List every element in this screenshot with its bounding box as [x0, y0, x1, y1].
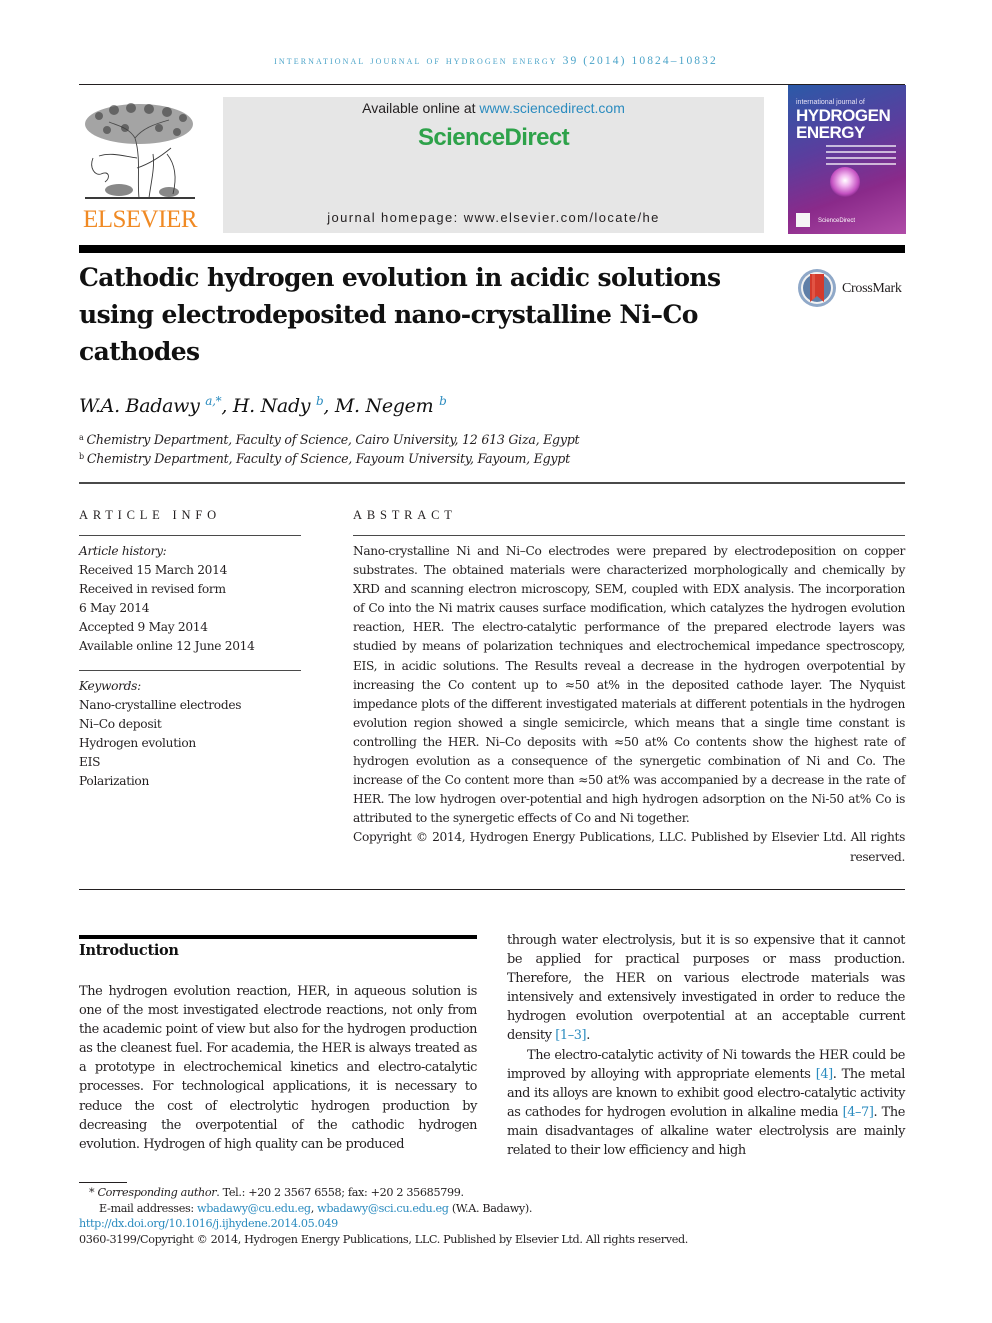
available-online-text: Available online at [362, 100, 480, 116]
author-list: W.A. Badawy a,*, H. Nady b, M. Negem b [79, 394, 447, 417]
cover-top-line: international journal of [796, 99, 865, 106]
section-rule [79, 935, 477, 939]
history-item: Received 15 March 2014 [79, 563, 228, 578]
keywords: Keywords: Nano-crystalline electrodes Ni… [79, 677, 301, 792]
sciencedirect-banner: Available online at www.sciencedirect.co… [223, 97, 764, 233]
keyword-item: EIS [79, 755, 101, 770]
history-item: Accepted 9 May 2014 [79, 620, 208, 635]
sciencedirect-logo[interactable]: ScienceDirect [223, 124, 764, 152]
affiliation-text: Chemistry Department, Faculty of Science… [86, 451, 570, 466]
intro-paragraph: The electro-catalytic activity of Ni tow… [507, 1046, 905, 1161]
keyword-item: Polarization [79, 774, 150, 789]
keyword-item: Nano-crystalline electrodes [79, 698, 242, 713]
footnote-rule [79, 1182, 127, 1183]
corresponding-author-footnote: * Corresponding author. Tel.: +20 2 3567… [79, 1186, 464, 1199]
history-item: Available online 12 June 2014 [79, 639, 255, 654]
author-name[interactable]: H. Nady [233, 395, 311, 417]
crossmark-icon [798, 269, 836, 307]
cover-editor-lines [826, 145, 896, 169]
divider [353, 535, 905, 536]
affiliation: b Chemistry Department, Faculty of Scienc… [79, 451, 570, 466]
email-link[interactable]: wbadawy@cu.edu.eg [197, 1202, 311, 1215]
contact-numbers: . Tel.: +20 2 3567 6558; fax: +20 2 3568… [216, 1186, 464, 1199]
affiliation: a Chemistry Department, Faculty of Scienc… [79, 432, 580, 447]
elsevier-tree-icon [85, 103, 195, 199]
keyword-item: Hydrogen evolution [79, 736, 196, 751]
cover-publisher-badge [796, 213, 810, 227]
article-history-label: Article history: [79, 544, 167, 558]
email-footnote: E-mail addresses: wbadawy@cu.edu.eg, wba… [79, 1202, 532, 1215]
elsevier-logo[interactable]: ELSEVIER [79, 98, 201, 236]
article-history: Article history: Received 15 March 2014 … [79, 542, 301, 657]
abstract-copyright: Copyright © 2014, Hydrogen Energy Public… [353, 830, 905, 864]
doi-link[interactable]: http://dx.doi.org/10.1016/j.ijhydene.201… [79, 1217, 338, 1230]
history-item: Received in revised form [79, 582, 226, 597]
email-owner: (W.A. Badawy). [448, 1202, 533, 1215]
running-header: International Journal of Hydrogen Energy… [274, 55, 718, 67]
author-affiliation-mark[interactable]: b [439, 394, 447, 408]
journal-homepage-line: journal homepage: www.elsevier.com/locat… [223, 210, 764, 225]
divider [79, 482, 905, 484]
cover-title-line1: HYDROGEN [796, 106, 891, 125]
author-separator: , [221, 395, 233, 417]
body-column-left: The hydrogen evolution reaction, HER, in… [79, 982, 477, 1154]
affiliation-text: Chemistry Department, Faculty of Science… [86, 432, 580, 447]
crossmark-label: CrossMark [842, 281, 902, 296]
author-name[interactable]: M. Negem [335, 395, 434, 417]
affiliation-mark: b [79, 452, 84, 461]
header-thick-rule [79, 245, 905, 253]
sciencedirect-link[interactable]: www.sciencedirect.com [479, 100, 625, 116]
paragraph-text: through water electrolysis, but it is so… [507, 933, 905, 1044]
divider [79, 670, 301, 671]
journal-cover-image[interactable]: international journal of HYDROGEN ENERGY … [788, 85, 906, 234]
corresponding-author-label: Corresponding author [97, 1186, 217, 1199]
elsevier-wordmark: ELSEVIER [82, 206, 198, 233]
email-link[interactable]: wbadawy@sci.cu.edu.eg [317, 1202, 449, 1215]
citation-link[interactable]: [4] [816, 1067, 833, 1082]
cover-title: HYDROGEN ENERGY [796, 106, 891, 142]
homepage-label: journal homepage: [327, 210, 464, 225]
citation-link[interactable]: [1–3] [555, 1028, 586, 1043]
author-separator: , [323, 395, 335, 417]
divider [79, 889, 905, 890]
available-online-line: Available online at www.sciencedirect.co… [223, 100, 764, 116]
cover-footer: ScienceDirect [818, 218, 856, 224]
keyword-item: Ni–Co deposit [79, 717, 162, 732]
abstract-paragraph: Nano-crystalline Ni and Ni–Co electrodes… [353, 544, 905, 826]
email-label: E-mail addresses: [99, 1202, 197, 1215]
top-rule [79, 84, 905, 85]
homepage-url[interactable]: www.elsevier.com/locate/he [464, 210, 660, 225]
citation-link[interactable]: [4–7] [843, 1105, 874, 1120]
intro-paragraph-continued: through water electrolysis, but it is so… [507, 933, 905, 1044]
abstract-body: Nano-crystalline Ni and Ni–Co electrodes… [353, 542, 905, 867]
history-item: 6 May 2014 [79, 601, 150, 616]
body-column-right: through water electrolysis, but it is so… [507, 931, 905, 1160]
article-title: Cathodic hydrogen evolution in acidic so… [79, 263, 721, 366]
intro-paragraph: The hydrogen evolution reaction, HER, in… [79, 984, 477, 1152]
introduction-heading: Introduction [79, 942, 179, 959]
author-affiliation-mark[interactable]: a,* [205, 394, 221, 408]
abstract-heading: ABSTRACT [353, 508, 457, 522]
cover-orb-graphic [830, 167, 860, 197]
issn-copyright: 0360-3199/Copyright © 2014, Hydrogen Ene… [79, 1233, 688, 1246]
cover-title-line2: ENERGY [796, 123, 865, 142]
author-name[interactable]: W.A. Badawy [79, 395, 200, 417]
keywords-label: Keywords: [79, 679, 141, 693]
doi-line: http://dx.doi.org/10.1016/j.ijhydene.201… [79, 1217, 338, 1230]
divider [79, 535, 301, 536]
affiliation-mark: a [79, 433, 84, 442]
article-info-heading: ARTICLE INFO [79, 508, 221, 522]
crossmark-button[interactable]: CrossMark [797, 268, 907, 310]
